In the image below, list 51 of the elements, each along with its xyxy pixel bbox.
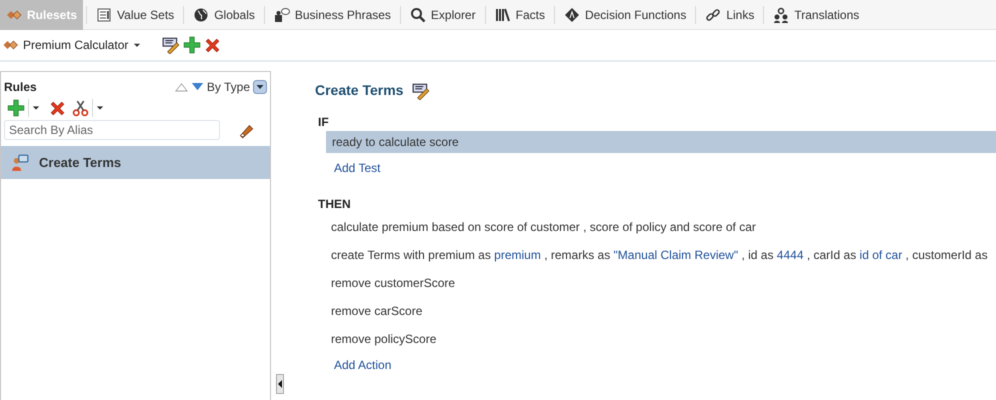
value-link[interactable]: premium bbox=[494, 248, 541, 262]
add-rule-button[interactable] bbox=[7, 99, 25, 117]
then-label: THEN bbox=[318, 196, 351, 213]
delete-button[interactable] bbox=[204, 36, 222, 54]
condition-row[interactable]: ready to calculate score bbox=[326, 131, 996, 153]
tab[interactable]: Explorer bbox=[404, 0, 482, 30]
edit-button[interactable] bbox=[162, 36, 180, 54]
sort-label: By Type bbox=[206, 79, 250, 96]
value-link[interactable]: "Manual Claim Review" bbox=[614, 248, 738, 262]
arrow-icon bbox=[277, 380, 283, 388]
tab[interactable]: Links bbox=[699, 0, 760, 30]
delete-rule-button[interactable] bbox=[49, 100, 66, 116]
panel-title: Rules bbox=[4, 79, 37, 96]
action-text: remove policyScore bbox=[331, 331, 436, 348]
collapse-button[interactable] bbox=[276, 374, 284, 394]
tab[interactable]: Decision Functions bbox=[558, 0, 692, 30]
add-menu-button[interactable] bbox=[32, 104, 40, 112]
action-text: remove carScore bbox=[331, 303, 422, 320]
add-action-link[interactable]: Add Action bbox=[334, 358, 392, 372]
rule-icon bbox=[11, 154, 29, 172]
action-text: remove customerScore bbox=[331, 275, 456, 292]
if-label: IF bbox=[318, 114, 329, 131]
list-icon bbox=[96, 6, 112, 22]
sort-ascending-button[interactable] bbox=[174, 82, 188, 92]
action-text: calculate premium based on score of customer , score of policy and score of car bbox=[331, 219, 756, 236]
search-icon bbox=[410, 6, 426, 22]
edit-rule-button[interactable] bbox=[412, 82, 430, 100]
value-link[interactable]: 4444 bbox=[776, 248, 804, 262]
ruleset-dropdown[interactable]: Premium Calculator bbox=[0, 36, 144, 54]
sort-descending-button[interactable] bbox=[190, 82, 204, 92]
person-speech-icon bbox=[274, 6, 290, 22]
diamond-icon bbox=[564, 6, 580, 22]
value-link[interactable]: id of car bbox=[860, 248, 902, 262]
tab[interactable]: Business Phrases bbox=[268, 0, 397, 30]
rule-title: Create Terms bbox=[315, 81, 404, 100]
rule-item[interactable]: Create Terms bbox=[1, 146, 270, 179]
add-button[interactable] bbox=[183, 36, 202, 54]
tab[interactable]: Translations bbox=[767, 0, 866, 30]
tab[interactable]: Value Sets bbox=[90, 0, 180, 30]
action-text: create Terms with premium as premium , remarks as "Manual Claim Review" , id as 4444 , carId as id of car , customerId as bbox=[331, 247, 988, 264]
books-icon bbox=[494, 6, 511, 22]
search-field[interactable]: Search By Alias bbox=[4, 120, 220, 140]
tab[interactable]: Facts bbox=[488, 0, 551, 30]
people-icon bbox=[773, 6, 790, 22]
globe-icon bbox=[193, 6, 210, 22]
tab[interactable]: Globals bbox=[187, 0, 261, 30]
more-menu-button[interactable] bbox=[96, 104, 104, 112]
cut-button[interactable] bbox=[72, 100, 89, 116]
add-test-link[interactable]: Add Test bbox=[334, 159, 380, 177]
sort-dropdown-button[interactable] bbox=[253, 80, 267, 94]
link-icon bbox=[705, 6, 722, 22]
